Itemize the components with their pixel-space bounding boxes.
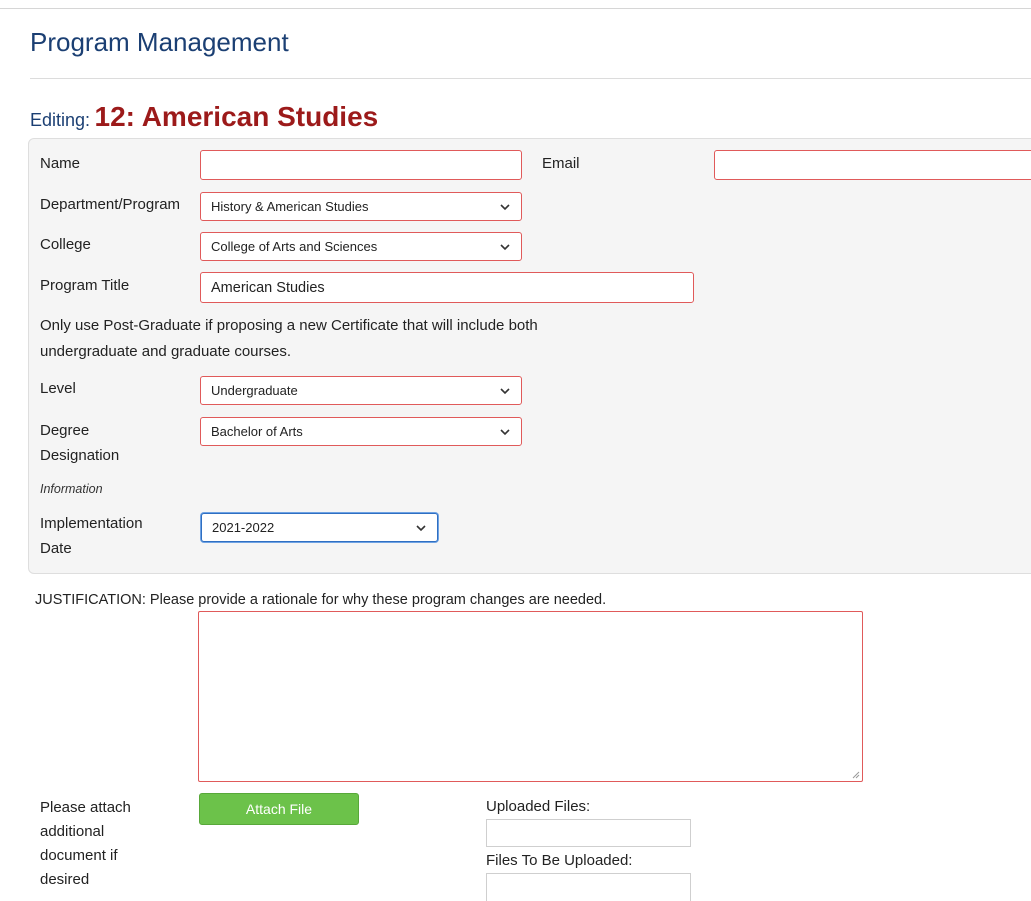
program-title-label: Program Title [40,277,130,294]
attach-prompt-line3: document if [40,847,118,864]
uploaded-files-label: Uploaded Files: [486,798,591,815]
attach-prompt-line1: Please attach [40,799,131,816]
chevron-down-icon [500,243,510,250]
editing-record-name: 12: American Studies [94,101,379,132]
department-select-value: History & American Studies [211,199,369,214]
implementation-date-select[interactable]: 2021-2022 [201,513,438,542]
chevron-down-icon [500,387,510,394]
degree-select[interactable]: Bachelor of Arts [200,417,522,446]
justification-textarea[interactable] [198,611,863,782]
program-title-input-value: American Studies [211,279,325,296]
degree-label-line1: Degree [40,422,90,439]
department-label: Department/Program [40,196,181,213]
program-title-input[interactable]: American Studies [200,272,694,303]
college-select-value: College of Arts and Sciences [211,239,378,254]
email-label: Email [542,155,580,172]
uploaded-files-list [486,819,691,847]
implementation-date-value: 2021-2022 [212,520,275,535]
chevron-down-icon [500,428,510,435]
implementation-label-line2: Date [40,540,72,557]
email-input[interactable] [714,150,1031,180]
files-to-upload-list [486,873,691,901]
level-select[interactable]: Undergraduate [200,376,522,405]
college-select[interactable]: College of Arts and Sciences [200,232,522,261]
title-divider [30,78,1031,79]
top-divider [0,8,1031,9]
implementation-label-line1: Implementation [40,515,143,532]
name-input[interactable] [200,150,522,180]
college-label: College [40,236,91,253]
attach-prompt-line4: desired [40,871,90,888]
chevron-down-icon [416,524,426,531]
level-label: Level [40,380,76,397]
post-graduate-note-line2: undergraduate and graduate courses. [40,343,292,360]
degree-label-line2: Designation [40,447,120,464]
justification-label: JUSTIFICATION: Please provide a rational… [35,592,607,608]
chevron-down-icon [500,203,510,210]
files-to-upload-label: Files To Be Uploaded: [486,852,633,869]
department-select[interactable]: History & American Studies [200,192,522,221]
name-label: Name [40,155,81,172]
information-label: Information [40,482,103,496]
degree-select-value: Bachelor of Arts [211,424,303,439]
level-select-value: Undergraduate [211,383,298,398]
page-title: Program Management [30,27,289,57]
attach-file-button[interactable]: Attach File [199,793,359,825]
editing-heading: Editing: 12: American Studies [30,101,378,133]
post-graduate-note-line1: Only use Post-Graduate if proposing a ne… [40,317,538,334]
editing-prefix: Editing: [30,110,91,130]
resize-handle-icon[interactable] [852,771,860,779]
attach-prompt-line2: additional [40,823,105,840]
